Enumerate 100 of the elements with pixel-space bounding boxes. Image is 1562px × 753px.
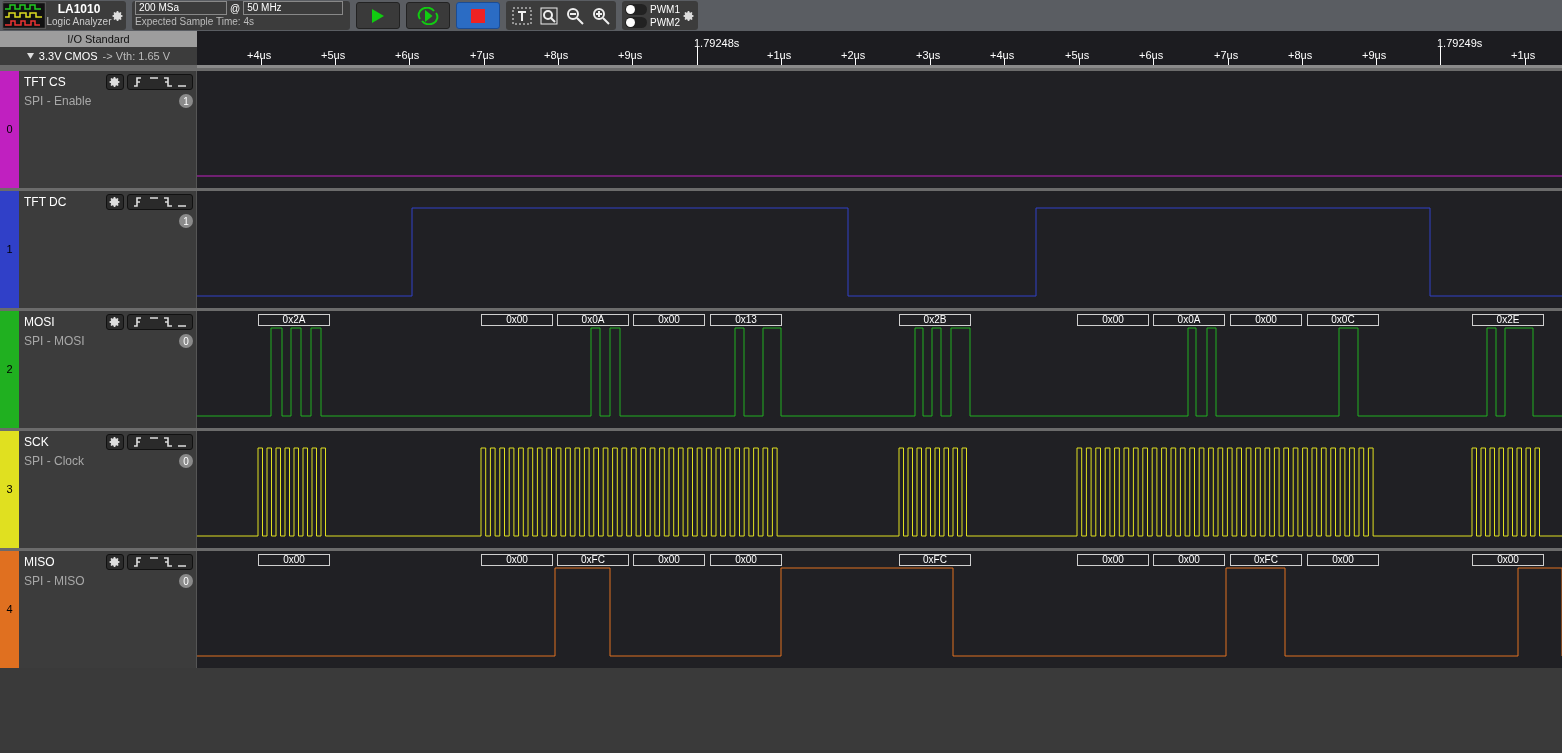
- toggle-label: PWM2: [650, 16, 680, 28]
- decoded-byte: 0x00: [481, 314, 553, 326]
- trigger-button[interactable]: [127, 554, 193, 570]
- zoom-fit-icon[interactable]: [540, 6, 558, 25]
- tick-label: +4us: [247, 48, 272, 63]
- decoded-byte: 0xFC: [1230, 554, 1302, 566]
- zoom-in-icon[interactable]: [592, 6, 610, 25]
- settings-icon: [683, 9, 695, 22]
- settings-icon: [112, 9, 124, 22]
- tick-label: +3us: [916, 48, 941, 63]
- trigger-button[interactable]: [127, 74, 193, 90]
- toggle-label: PWM1: [650, 3, 680, 15]
- frequency-field[interactable]: 50 MHz: [243, 1, 344, 15]
- gear-icon: [109, 196, 121, 208]
- trigger-edges-icon: [132, 197, 188, 207]
- protocol-label: SPI - Enable: [24, 93, 93, 110]
- channel-number: 4: [6, 602, 13, 618]
- channel-name: MOSI: [24, 314, 56, 331]
- tick-label: +8us: [544, 48, 569, 63]
- channel-name: SCK: [24, 434, 50, 451]
- trigger-button[interactable]: [127, 314, 193, 330]
- loop-button[interactable]: [406, 2, 450, 29]
- tick-label: +9us: [618, 48, 643, 63]
- sample-time-label: Expected Sample Time: 4s: [135, 15, 255, 29]
- decoded-byte: 0x2A: [258, 314, 330, 326]
- trigger-edges-icon: [132, 77, 188, 87]
- decoded-byte: 0xFC: [899, 554, 971, 566]
- settings-button[interactable]: [106, 74, 124, 90]
- gear-icon: [109, 316, 121, 328]
- decoded-byte: 0x0A: [1153, 314, 1225, 326]
- trigger-button[interactable]: [127, 434, 193, 450]
- gear-icon: [109, 556, 121, 568]
- tick-label: +9us: [1362, 48, 1387, 63]
- decoded-byte: 0x00: [258, 554, 330, 566]
- decoded-byte: 0x00: [1230, 314, 1302, 326]
- channel-name: MISO: [24, 554, 56, 571]
- at-label: @: [230, 1, 241, 16]
- trigger-button[interactable]: [127, 194, 193, 210]
- protocol-label: SPI - MISO: [24, 573, 86, 590]
- decoded-byte: 0x00: [633, 314, 705, 326]
- count-badge: 1: [179, 94, 193, 108]
- decoded-byte: 0x0A: [557, 314, 629, 326]
- settings-button[interactable]: [106, 194, 124, 210]
- trigger-edges-icon: [132, 437, 188, 447]
- decoded-byte: 0x00: [633, 554, 705, 566]
- protocol-label: SPI - Clock: [24, 453, 85, 470]
- tick-label: +2us: [841, 48, 866, 63]
- loop-play-icon: [416, 6, 440, 25]
- play-icon: [371, 7, 385, 24]
- start-button[interactable]: [356, 2, 400, 29]
- caret-icon: [26, 53, 34, 59]
- tick-label: +1us: [767, 48, 792, 63]
- channel-number: 2: [6, 362, 13, 378]
- tick-label: +5us: [1065, 48, 1090, 63]
- tick-label: +8us: [1288, 48, 1313, 63]
- decoded-byte: 0x00: [1307, 554, 1379, 566]
- decoded-byte: 0x00: [1153, 554, 1225, 566]
- device-subtitle: Logic Analyzer: [46, 16, 112, 28]
- gear-icon: [109, 436, 121, 448]
- tick-label: +7us: [470, 48, 495, 63]
- decoded-byte: 0x00: [1077, 554, 1149, 566]
- decoded-byte: 0x00: [481, 554, 553, 566]
- tick-label: +6us: [1139, 48, 1164, 63]
- tick-label: 1.79249s: [1437, 36, 1483, 51]
- tick-label: +7us: [1214, 48, 1239, 63]
- channel-number: 3: [6, 482, 13, 498]
- decoded-byte: 0xFC: [557, 554, 629, 566]
- channel-name: TFT DC: [24, 194, 68, 211]
- tick-label: +4us: [990, 48, 1015, 63]
- count-badge: 0: [179, 454, 193, 468]
- decoded-byte: 0x2B: [899, 314, 971, 326]
- settings-button[interactable]: [106, 314, 124, 330]
- threshold-label: -> Vth: 1.65 V: [102, 48, 171, 64]
- count-badge: 0: [179, 334, 193, 348]
- io-standard-header: I/O Standard: [0, 31, 197, 47]
- decoded-byte: 0x13: [710, 314, 782, 326]
- count-badge: 0: [179, 574, 193, 588]
- logo-icon: [2, 2, 46, 29]
- zoom-out-icon[interactable]: [566, 6, 584, 25]
- sample-rate-field[interactable]: 200 MSa: [135, 1, 227, 15]
- decoded-byte: 0x2E: [1472, 314, 1544, 326]
- decoded-byte: 0x00: [710, 554, 782, 566]
- toggle-switch[interactable]: [625, 16, 647, 28]
- gear-icon: [109, 76, 121, 88]
- decoded-byte: 0x00: [1077, 314, 1149, 326]
- trigger-edges-icon: [132, 317, 188, 327]
- stop-icon: [471, 8, 485, 23]
- trigger-edges-icon: [132, 557, 188, 567]
- channel-number: 1: [6, 242, 13, 258]
- text-tool-icon[interactable]: [512, 6, 532, 25]
- count-badge: 1: [179, 214, 193, 228]
- protocol-label: SPI - MOSI: [24, 333, 86, 350]
- tick-label: +5us: [321, 48, 346, 63]
- tick-label: +1us: [1511, 48, 1536, 63]
- channel-name: TFT CS: [24, 74, 67, 91]
- io-standard-value: 3.3V CMOS: [38, 48, 98, 64]
- tick-label: 1.79248s: [694, 36, 740, 51]
- settings-button[interactable]: [106, 434, 124, 450]
- toggle-switch[interactable]: [625, 3, 647, 15]
- settings-button[interactable]: [106, 554, 124, 570]
